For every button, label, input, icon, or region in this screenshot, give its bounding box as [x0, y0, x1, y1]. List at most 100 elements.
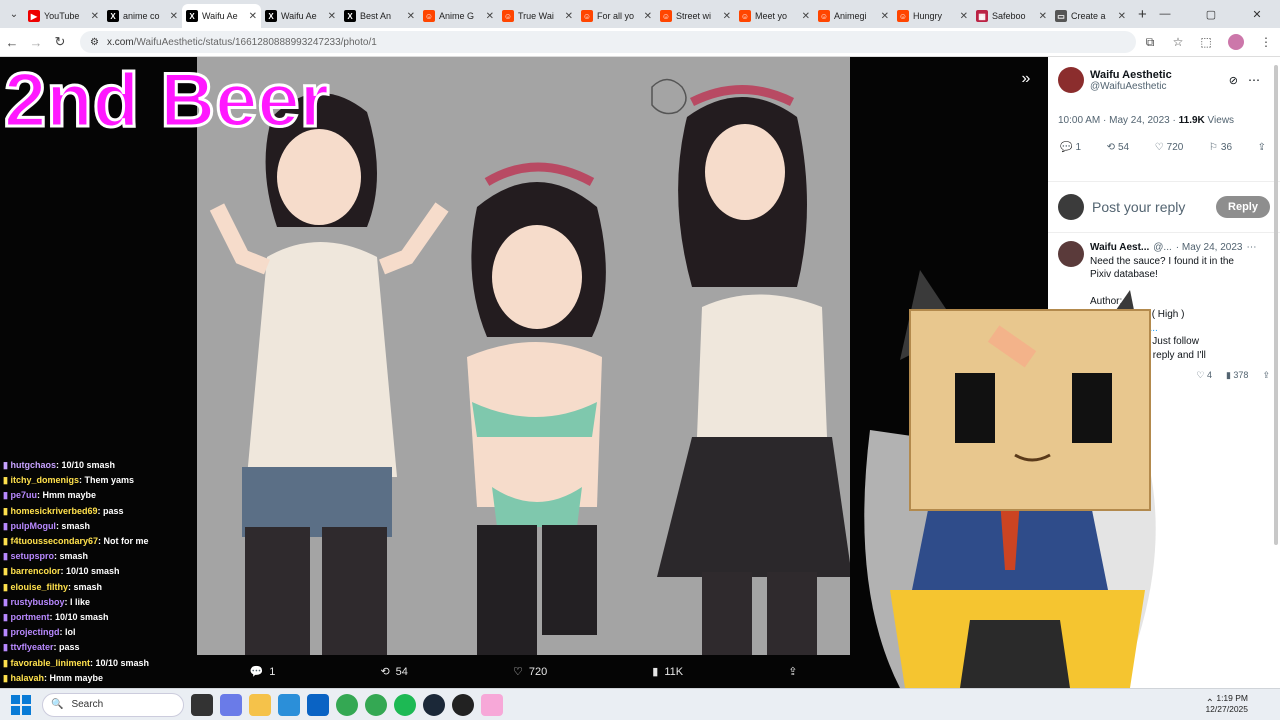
post-reply-button[interactable]: 💬 1: [1060, 142, 1081, 153]
post-bookmark-button[interactable]: ⚐ 36: [1209, 142, 1232, 153]
browser-tab[interactable]: ▶ YouTube ✕: [24, 4, 103, 28]
media-share-button[interactable]: ⇪: [788, 665, 797, 678]
tab-close-icon[interactable]: ✕: [960, 11, 968, 22]
taskbar-search[interactable]: 🔍 Search: [42, 692, 184, 717]
media-views-button[interactable]: ▮ 11K: [652, 665, 683, 679]
browser-tab[interactable]: Xanime co ✕: [103, 4, 182, 28]
reply-input[interactable]: Post your reply: [1092, 199, 1216, 215]
browser-tab[interactable]: X Waifu Ae ✕: [182, 4, 261, 28]
more-options-icon[interactable]: ⋯: [1248, 73, 1260, 87]
task-view-icon[interactable]: [191, 693, 213, 716]
reply-button[interactable]: Reply: [1216, 196, 1270, 218]
tab-close-icon[interactable]: ✕: [328, 11, 336, 22]
browser-tab[interactable]: X Best An ✕: [340, 4, 419, 28]
chat-username[interactable]: homesickriverbed69: [10, 506, 97, 516]
browser-tab[interactable]: ☺ Hungry ✕: [893, 4, 972, 28]
post-photo[interactable]: [197, 57, 850, 655]
chrome-icon[interactable]: [336, 693, 358, 716]
profile-avatar[interactable]: [1228, 34, 1244, 50]
chat-username[interactable]: f4tuoussecondary67: [10, 536, 98, 546]
comment-date[interactable]: · May 24, 2023: [1176, 241, 1243, 255]
comment-more-icon[interactable]: ⋯: [1246, 241, 1256, 255]
browser-tab[interactable]: ▦ Safeboo ✕: [972, 4, 1051, 28]
post-repost-button[interactable]: ⟲ 54: [1107, 142, 1130, 153]
chrome-profile-icon[interactable]: [365, 693, 387, 716]
comment-share-icon[interactable]: ⇪: [1262, 370, 1270, 381]
tab-close-icon[interactable]: ✕: [881, 11, 889, 22]
comment-author-avatar[interactable]: [1058, 241, 1084, 267]
chat-username[interactable]: favorable_liniment: [10, 658, 90, 668]
site-info-icon[interactable]: ⚙: [90, 37, 99, 48]
chat-username[interactable]: halavah: [10, 673, 44, 683]
sidebar-scrollbar[interactable]: [1274, 65, 1278, 545]
chat-username[interactable]: portment: [10, 612, 49, 622]
chat-username[interactable]: ttvflyeater: [10, 642, 53, 652]
tab-close-icon[interactable]: ✕: [91, 11, 99, 22]
chat-username[interactable]: itchy_domenigs: [10, 475, 79, 485]
url-field[interactable]: ⚙ x.com /WaifuAesthetic/status/166128088…: [80, 31, 1136, 53]
browser-tab[interactable]: ☺ Animegi ✕: [814, 4, 893, 28]
tab-close-icon[interactable]: ✕: [723, 11, 731, 22]
taskbar-clock[interactable]: 1:19 PM 12/27/2025: [1205, 693, 1248, 715]
tab-close-icon[interactable]: ✕: [1118, 11, 1126, 22]
maximize-icon[interactable]: ▢: [1188, 0, 1234, 28]
tab-favicon-icon: ☺: [423, 10, 435, 22]
tab-search-chevron-icon[interactable]: ⌄: [4, 4, 24, 24]
browser-tab[interactable]: ☺ Street wi ✕: [656, 4, 735, 28]
store-icon[interactable]: [278, 693, 300, 716]
chat-username[interactable]: hutgchaos: [10, 460, 56, 470]
author-handle[interactable]: @WaifuAesthetic: [1090, 81, 1229, 92]
author-avatar[interactable]: [1058, 67, 1084, 93]
tab-close-icon[interactable]: ✕: [802, 11, 810, 22]
extensions-icon[interactable]: ⬚: [1192, 35, 1220, 49]
chat-username[interactable]: barrencolor: [10, 566, 60, 576]
chat-username[interactable]: elouise_filthy: [10, 582, 68, 592]
media-reply-button[interactable]: 💬 1: [250, 665, 276, 679]
outlook-icon[interactable]: [307, 693, 329, 716]
app-bow-icon[interactable]: [481, 693, 503, 716]
chat-username[interactable]: rustybusboy: [10, 597, 64, 607]
minimize-icon[interactable]: —: [1142, 0, 1188, 28]
browser-menu-icon[interactable]: ⋮: [1252, 35, 1280, 49]
tab-close-icon[interactable]: ✕: [249, 11, 257, 22]
comment-author[interactable]: Waifu Aest...: [1090, 241, 1149, 255]
grok-icon[interactable]: ⊘: [1229, 74, 1238, 87]
browser-tab[interactable]: ☺ Meet yo ✕: [735, 4, 814, 28]
media-repost-button[interactable]: ⟲ 54: [380, 665, 407, 679]
back-arrow-icon[interactable]: ←: [0, 35, 24, 50]
browser-tab[interactable]: ▭ Create a ✕: [1051, 4, 1130, 28]
windows-start-icon[interactable]: [10, 694, 32, 716]
post-timestamp[interactable]: 10:00 AM · May 24, 2023 ·: [1058, 115, 1179, 126]
spotify-icon[interactable]: [394, 693, 416, 716]
obs-icon[interactable]: [452, 693, 474, 716]
comment-like-button[interactable]: ♡ 4: [1196, 370, 1212, 381]
expand-sidebar-icon[interactable]: »: [1014, 67, 1038, 91]
forward-arrow-icon[interactable]: →: [24, 35, 48, 50]
browser-tab[interactable]: ☺ True Wai ✕: [498, 4, 577, 28]
media-like-button[interactable]: ♡ 720: [513, 665, 547, 679]
tab-close-icon[interactable]: ✕: [1039, 11, 1047, 22]
tab-close-icon[interactable]: ✕: [170, 11, 178, 22]
chat-username[interactable]: projectingd: [10, 627, 59, 637]
bookmark-star-icon[interactable]: ☆: [1164, 35, 1192, 49]
install-app-icon[interactable]: ⧉: [1136, 35, 1164, 50]
chat-username[interactable]: pulpMogul: [10, 521, 55, 531]
tab-close-icon[interactable]: ✕: [644, 11, 652, 22]
post-share-button[interactable]: ⇪: [1258, 142, 1266, 153]
file-explorer-icon[interactable]: [249, 693, 271, 716]
tab-close-icon[interactable]: ✕: [486, 11, 494, 22]
browser-tab[interactable]: X Waifu Ae ✕: [261, 4, 340, 28]
close-window-icon[interactable]: ✕: [1234, 0, 1280, 28]
tab-close-icon[interactable]: ✕: [407, 11, 415, 22]
browser-tab[interactable]: ☺ Anime G ✕: [419, 4, 498, 28]
author-name[interactable]: Waifu Aesthetic: [1090, 69, 1229, 81]
browser-tab[interactable]: ☺ For all yo ✕: [577, 4, 656, 28]
tab-close-icon[interactable]: ✕: [565, 11, 573, 22]
post-like-button[interactable]: ♡ 720: [1155, 142, 1184, 153]
copilot-icon[interactable]: [220, 693, 242, 716]
reload-icon[interactable]: ↻: [48, 34, 72, 50]
steam-icon[interactable]: [423, 693, 445, 716]
chat-username[interactable]: pe7uu: [10, 490, 37, 500]
chat-username[interactable]: setupspro: [10, 551, 54, 561]
comment-views-button[interactable]: ▮ 378: [1226, 370, 1248, 381]
